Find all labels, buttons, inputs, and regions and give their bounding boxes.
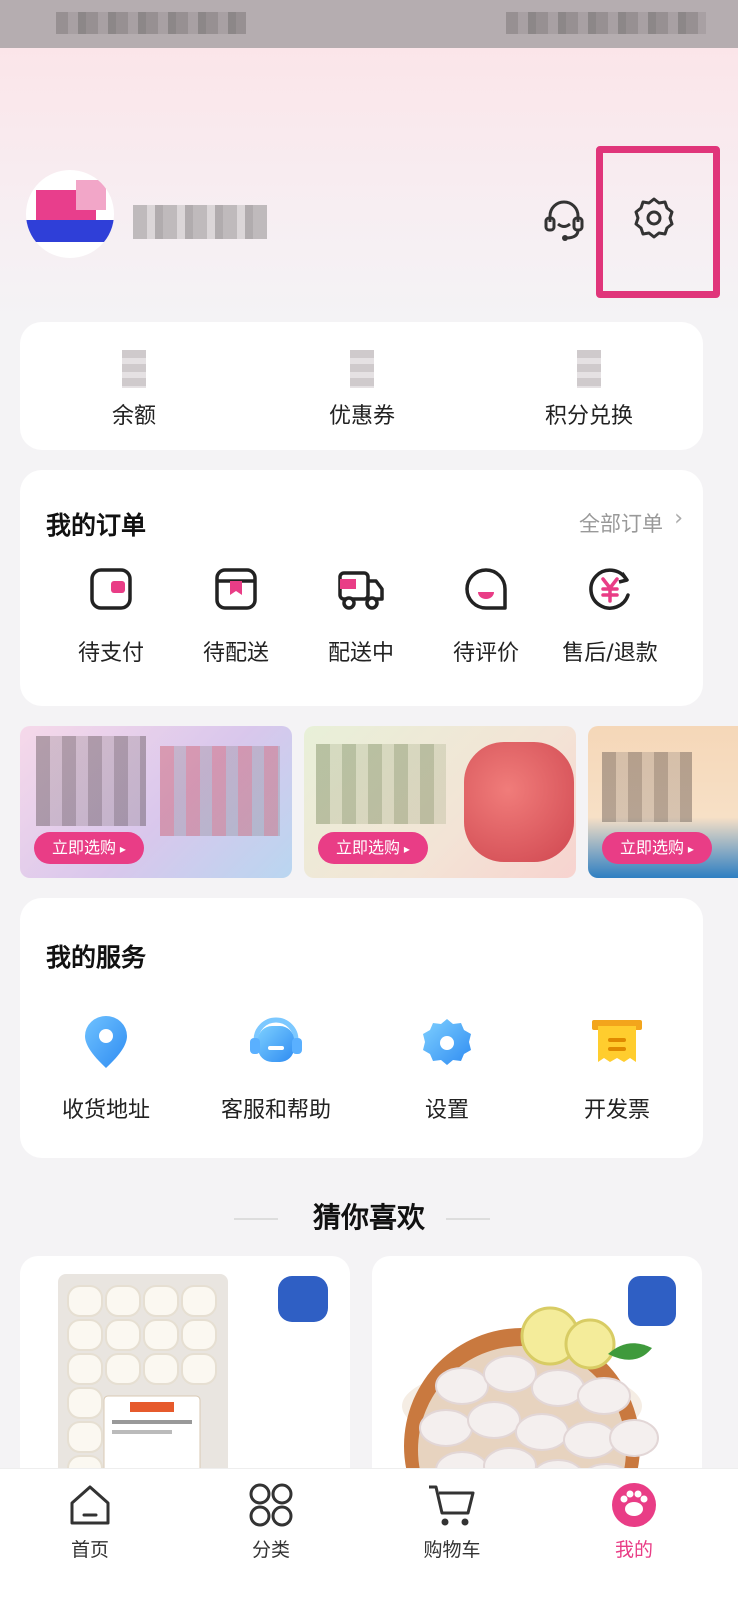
- tab-cart-label: 购物车: [423, 1539, 481, 1561]
- nickname-blurred[interactable]: [133, 205, 267, 239]
- services-card: 我的服务 收货地址 客服和帮助 设置 开发票: [20, 898, 703, 1158]
- promo-banner-carousel[interactable]: 立即选购 立即选购 立即选购: [20, 726, 738, 878]
- order-delivering[interactable]: 配送中: [301, 565, 421, 667]
- category-icon: [249, 1483, 293, 1527]
- order-delivering-label: 配送中: [327, 641, 394, 666]
- gear-icon: [423, 1019, 471, 1065]
- customer-service-button[interactable]: [534, 190, 594, 250]
- balance-item[interactable]: 余额: [20, 322, 248, 450]
- order-after-sales-label: 售后/退款: [562, 641, 658, 666]
- headset-icon: [544, 200, 584, 241]
- coupon-value-blurred: [350, 350, 374, 388]
- orders-title: 我的订单: [46, 511, 147, 540]
- status-bar: [0, 0, 738, 48]
- paw-icon: [612, 1483, 656, 1527]
- service-address-label: 收货地址: [61, 1098, 150, 1123]
- shop-now-button[interactable]: 立即选购: [34, 832, 144, 864]
- shop-now-button[interactable]: 立即选购: [602, 832, 712, 864]
- promo-banner[interactable]: 立即选购: [304, 726, 576, 878]
- truck-icon: [338, 571, 384, 610]
- home-icon: [70, 1485, 110, 1525]
- promo-banner[interactable]: 立即选购: [20, 726, 292, 878]
- status-time-blurred: [56, 12, 246, 34]
- tab-home[interactable]: 首页: [20, 1481, 160, 1562]
- services-title: 我的服务: [46, 943, 147, 972]
- balance-value-blurred: [122, 350, 146, 388]
- recommend-title: 猜你喜欢: [312, 1201, 425, 1234]
- promo-banner[interactable]: 立即选购: [588, 726, 738, 878]
- order-after-sales[interactable]: 售后/退款: [550, 565, 670, 667]
- wallet-icon: [90, 568, 132, 610]
- status-icons-blurred: [506, 12, 706, 34]
- order-pending-delivery[interactable]: 待配送: [176, 565, 296, 667]
- service-invoice-label: 开发票: [583, 1098, 650, 1123]
- points-value-blurred: [577, 350, 601, 388]
- headset-icon: [250, 1017, 302, 1062]
- tab-category-label: 分类: [251, 1539, 290, 1561]
- tab-category[interactable]: 分类: [201, 1481, 341, 1562]
- service-invoice[interactable]: 开发票: [532, 1016, 702, 1124]
- chevron-right-icon: ›: [674, 506, 683, 531]
- avatar[interactable]: [26, 170, 114, 258]
- shop-now-button[interactable]: 立即选购: [318, 832, 428, 864]
- order-pending-review[interactable]: 待评价: [426, 565, 546, 667]
- order-pending-payment[interactable]: 待支付: [51, 565, 171, 667]
- all-orders-link[interactable]: 全部订单: [579, 508, 663, 538]
- points-label: 积分兑换: [544, 404, 633, 429]
- cart-icon: [429, 1485, 475, 1526]
- balance-label: 余额: [111, 404, 156, 429]
- smile-icon: [465, 568, 507, 610]
- service-help[interactable]: 客服和帮助: [191, 1016, 361, 1124]
- service-settings-label: 设置: [424, 1098, 469, 1123]
- location-icon: [85, 1016, 127, 1068]
- tab-mine-label: 我的: [614, 1539, 653, 1561]
- settings-highlight-box: [596, 146, 720, 298]
- orders-card: 我的订单 全部订单 › 待支付 待配送 配送中 待评价 售后/退款: [20, 470, 703, 706]
- order-pending-delivery-label: 待配送: [202, 641, 269, 666]
- divider: [234, 1218, 278, 1220]
- tab-cart[interactable]: 购物车: [382, 1481, 522, 1562]
- points-item[interactable]: 积分兑换: [475, 322, 703, 450]
- bottom-tab-bar: 首页 分类 购物车 我的: [0, 1468, 738, 1600]
- package-icon: [215, 568, 257, 610]
- coupon-item[interactable]: 优惠券: [248, 322, 476, 450]
- service-settings[interactable]: 设置: [362, 1016, 532, 1124]
- tab-mine[interactable]: 我的: [564, 1481, 704, 1562]
- order-pending-payment-label: 待支付: [77, 641, 144, 666]
- coupon-label: 优惠券: [328, 404, 395, 429]
- invoice-icon: [592, 1020, 642, 1062]
- tab-home-label: 首页: [70, 1539, 109, 1561]
- order-pending-review-label: 待评价: [452, 641, 519, 666]
- assets-card: 余额 优惠券 积分兑换: [20, 322, 703, 450]
- service-address[interactable]: 收货地址: [21, 1016, 191, 1124]
- service-help-label: 客服和帮助: [220, 1098, 331, 1123]
- recommend-section-header: 猜你喜欢: [0, 1196, 738, 1236]
- yuan-refund-icon: [589, 568, 630, 610]
- divider: [446, 1218, 490, 1220]
